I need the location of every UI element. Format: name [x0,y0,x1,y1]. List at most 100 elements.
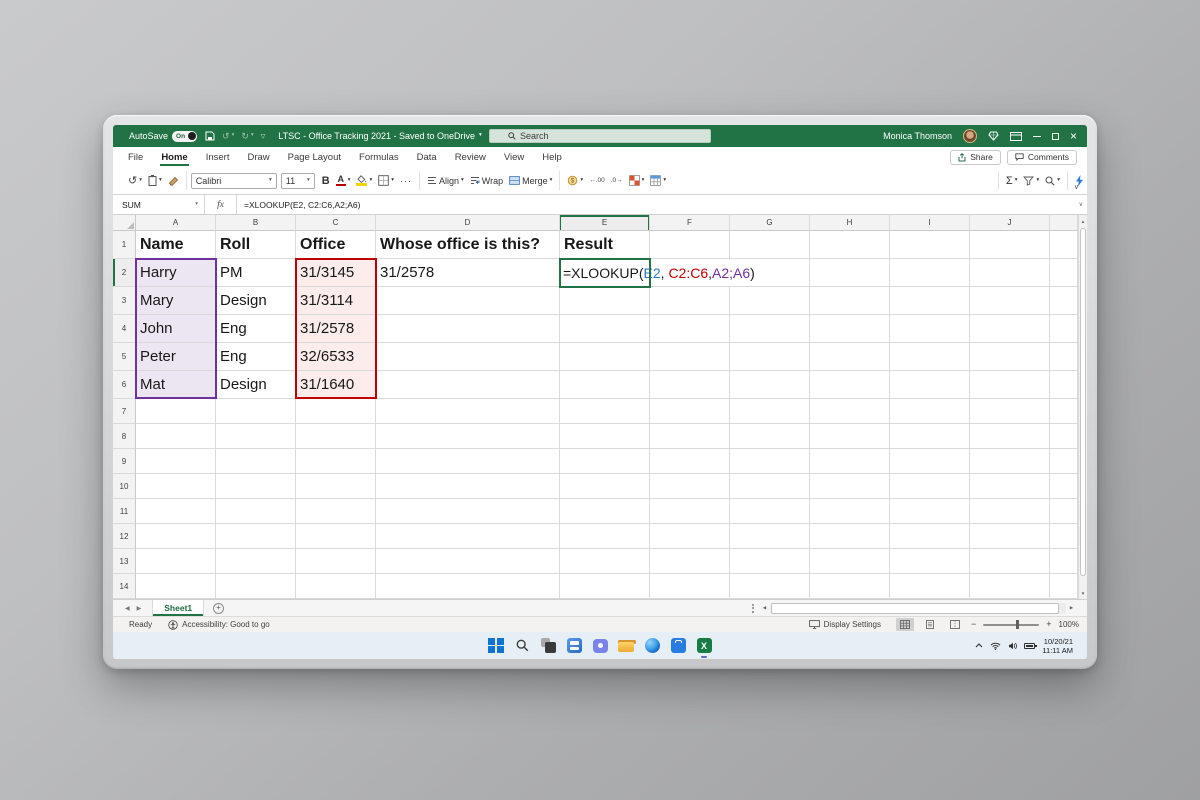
cell-H5[interactable] [810,343,890,371]
cell-A5[interactable]: Peter [136,343,216,371]
save-icon[interactable] [205,131,215,141]
bold-button[interactable]: B [319,171,333,191]
cell-J1[interactable] [970,231,1050,259]
cell-I2[interactable] [890,259,970,287]
cell-E4[interactable] [560,315,650,343]
row-header-5[interactable]: 5 [113,343,136,371]
find-select-button[interactable]: ▾ [1042,171,1063,191]
row-header-13[interactable]: 13 [113,549,136,574]
merge-center-button[interactable]: Merge▾ [506,171,555,191]
ribbon-collapse-icon[interactable]: ∨ [1074,183,1079,191]
cell-H7[interactable] [810,399,890,424]
cell-F5[interactable] [650,343,730,371]
cell-partial[interactable] [1050,574,1078,599]
premium-badge-icon[interactable] [988,131,999,141]
cell-partial[interactable] [1050,524,1078,549]
cell-C3[interactable]: 31/3114 [296,287,376,315]
borders-button[interactable]: ▾ [375,171,397,191]
cell-E13[interactable] [560,549,650,574]
cell-J4[interactable] [970,315,1050,343]
cell-G7[interactable] [730,399,810,424]
cell-I14[interactable] [890,574,970,599]
row-header-14[interactable]: 14 [113,574,136,599]
scrollbar-splitter[interactable] [752,604,755,613]
cell-C8[interactable] [296,424,376,449]
cell-C9[interactable] [296,449,376,474]
cell-F3[interactable] [650,287,730,315]
cell-F14[interactable] [650,574,730,599]
cell-D13[interactable] [376,549,560,574]
column-header-H[interactable]: H [810,215,890,231]
cell-H12[interactable] [810,524,890,549]
cell-F1[interactable] [650,231,730,259]
cell-A10[interactable] [136,474,216,499]
cell-G8[interactable] [730,424,810,449]
cell-J6[interactable] [970,371,1050,399]
cell-G12[interactable] [730,524,810,549]
microsoft-store-button[interactable] [670,637,687,654]
cell-A2[interactable]: Harry [136,259,216,287]
cell-I8[interactable] [890,424,970,449]
column-header-A[interactable]: A [136,215,216,231]
cell-E5[interactable] [560,343,650,371]
cell-A1[interactable]: Name [136,231,216,259]
cell-D11[interactable] [376,499,560,524]
vertical-scrollbar[interactable]: ▲ ▼ [1078,215,1087,599]
sheet-tab-sheet1[interactable]: Sheet1 [152,600,204,616]
cell-H13[interactable] [810,549,890,574]
cell-A9[interactable] [136,449,216,474]
close-icon[interactable]: × [1070,130,1077,142]
scroll-right-icon[interactable]: ▶ [1066,602,1077,615]
column-header-B[interactable]: B [216,215,296,231]
undo-button[interactable]: ↺▾ [125,171,145,191]
cell-E1[interactable]: Result [560,231,650,259]
cell-F13[interactable] [650,549,730,574]
row-header-11[interactable]: 11 [113,499,136,524]
cell-G1[interactable] [730,231,810,259]
cell-A6[interactable]: Mat [136,371,216,399]
tab-draw[interactable]: Draw [238,147,278,167]
speaker-icon[interactable] [1008,642,1017,650]
insert-function-button[interactable]: fx [205,195,237,214]
row-header-4[interactable]: 4 [113,315,136,343]
cell-B9[interactable] [216,449,296,474]
tab-page-layout[interactable]: Page Layout [279,147,350,167]
cell-C12[interactable] [296,524,376,549]
zoom-in-button[interactable]: + [1046,620,1051,629]
cell-partial[interactable] [1050,231,1078,259]
formula-bar-expand-icon[interactable]: ∨ [1079,201,1083,208]
column-header-C[interactable]: C [296,215,376,231]
cell-B5[interactable]: Eng [216,343,296,371]
cell-F4[interactable] [650,315,730,343]
decrease-decimal-button[interactable]: .0→ [608,171,626,191]
cell-partial[interactable] [1050,499,1078,524]
cell-B13[interactable] [216,549,296,574]
cell-G13[interactable] [730,549,810,574]
cell-B6[interactable]: Design [216,371,296,399]
cell-I7[interactable] [890,399,970,424]
cell-H9[interactable] [810,449,890,474]
font-name-select[interactable]: Calibri▾ [191,173,277,189]
cell-B12[interactable] [216,524,296,549]
cell-D1[interactable]: Whose office is this? [376,231,560,259]
cell-C6[interactable]: 31/1640 [296,371,376,399]
tab-home[interactable]: Home [152,147,196,167]
font-color-button[interactable]: A ▾ [333,171,354,191]
font-size-select[interactable]: 11▾ [281,173,315,189]
cell-I6[interactable] [890,371,970,399]
row-header-9[interactable]: 9 [113,449,136,474]
cell-partial[interactable] [1050,343,1078,371]
cell-A12[interactable] [136,524,216,549]
cell-J11[interactable] [970,499,1050,524]
redo-icon[interactable]: ↻▾ [241,131,253,142]
cell-H3[interactable] [810,287,890,315]
select-all-corner[interactable] [113,215,136,231]
cell-J8[interactable] [970,424,1050,449]
cell-partial[interactable] [1050,315,1078,343]
cell-F7[interactable] [650,399,730,424]
cell-J9[interactable] [970,449,1050,474]
column-header-D[interactable]: D [376,215,560,231]
cell-partial[interactable] [1050,287,1078,315]
cell-F6[interactable] [650,371,730,399]
accessibility-status[interactable]: Accessibility: Good to go [168,620,270,630]
